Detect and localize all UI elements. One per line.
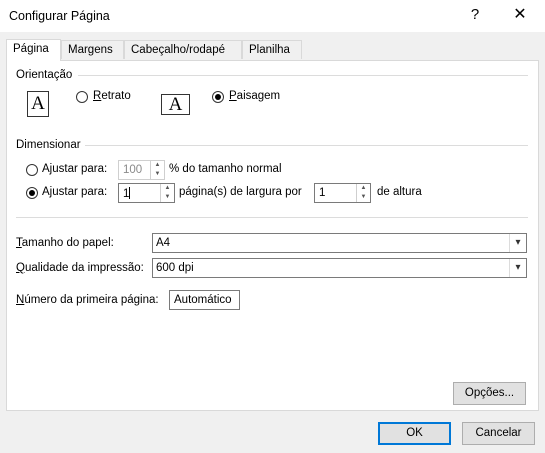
pages-wide-spinner-buttons[interactable]: ▲ ▼ — [160, 184, 174, 202]
first-page-number-input[interactable]: Automático — [169, 290, 240, 310]
scaling-separator — [85, 145, 528, 146]
window-title: Configurar Página — [9, 9, 110, 23]
spin-up-icon[interactable]: ▲ — [357, 184, 370, 193]
portrait-page-icon: A — [27, 91, 49, 117]
tab-pagina[interactable]: Página — [6, 39, 61, 61]
percent-suffix: % do tamanho normal — [169, 163, 282, 175]
percent-spinner-buttons[interactable]: ▲ ▼ — [150, 161, 164, 179]
adjust-percent-radio[interactable] — [26, 164, 38, 176]
pages-tall-spinner[interactable]: 1 ▲ ▼ — [314, 183, 371, 203]
scaling-group-label: Dimensionar — [16, 139, 81, 151]
spin-down-icon[interactable]: ▼ — [357, 193, 370, 202]
adjust-percent-label[interactable]: Ajustar para: — [42, 163, 107, 175]
percent-spinner[interactable]: 100 ▲ ▼ — [118, 160, 165, 180]
pages-tall-spinner-buttons[interactable]: ▲ ▼ — [356, 184, 370, 202]
help-icon[interactable]: ? — [468, 6, 482, 23]
tab-strip: Página Margens Cabeçalho/rodapé Planilha — [6, 39, 539, 62]
chevron-down-icon[interactable]: ▾ — [509, 234, 526, 252]
chevron-down-icon[interactable]: ▾ — [509, 259, 526, 277]
pages-wide-value-wrap: 1 — [123, 187, 131, 200]
tab-cabecalho-rodape[interactable]: Cabeçalho/rodapé — [124, 40, 242, 59]
print-quality-value: 600 dpi — [156, 262, 194, 274]
landscape-radio[interactable] — [212, 91, 224, 103]
paper-size-select[interactable]: A4 ▾ — [152, 233, 527, 253]
spin-up-icon[interactable]: ▲ — [161, 184, 174, 193]
paper-size-value: A4 — [156, 237, 171, 249]
portrait-radio[interactable] — [76, 91, 88, 103]
tab-planilha[interactable]: Planilha — [242, 40, 302, 59]
paper-size-label: Tamanho do papel: — [16, 237, 114, 249]
spin-down-icon[interactable]: ▼ — [151, 170, 164, 179]
landscape-label[interactable]: Paisagem — [229, 90, 280, 102]
print-quality-select[interactable]: 600 dpi ▾ — [152, 258, 527, 278]
orientation-separator — [78, 75, 528, 76]
spin-down-icon[interactable]: ▼ — [161, 193, 174, 202]
ok-button[interactable]: OK — [378, 422, 451, 445]
first-page-number-label: Número da primeira página: — [16, 294, 159, 306]
pages-tall-suffix: de altura — [377, 186, 422, 198]
section-separator — [16, 217, 528, 218]
orientation-group-label: Orientação — [16, 69, 73, 81]
fit-to-label[interactable]: Ajustar para: — [42, 186, 107, 198]
text-caret — [129, 187, 131, 199]
options-button[interactable]: Opções... — [453, 382, 526, 405]
fit-to-radio[interactable] — [26, 187, 38, 199]
pages-tall-value: 1 — [319, 187, 326, 199]
print-quality-label: Qualidade da impressão: — [16, 262, 144, 274]
pages-wide-suffix: página(s) de largura por — [179, 186, 302, 198]
cancel-button[interactable]: Cancelar — [462, 422, 535, 445]
landscape-page-icon: A — [161, 94, 190, 115]
close-icon[interactable]: ✕ — [510, 4, 530, 24]
pages-wide-spinner[interactable]: 1 ▲ ▼ — [118, 183, 175, 203]
tab-margens[interactable]: Margens — [61, 40, 124, 59]
spin-up-icon[interactable]: ▲ — [151, 161, 164, 170]
portrait-label[interactable]: Retrato — [93, 90, 131, 102]
percent-value: 100 — [123, 164, 143, 176]
